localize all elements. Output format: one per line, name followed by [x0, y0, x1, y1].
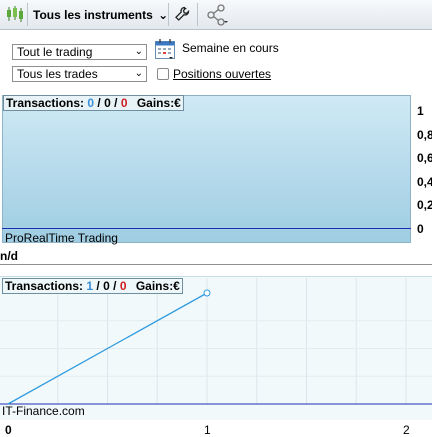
chevron-down-icon: ⌄: [158, 8, 169, 22]
y-tick-label: 0,2: [417, 198, 432, 213]
toolbar: Tous les instruments ⌄: [0, 0, 432, 30]
toolbar-separator: [27, 3, 28, 26]
winning-count: 0: [87, 96, 95, 110]
calendar-icon[interactable]: [154, 38, 176, 63]
below-label-box: [0, 249, 147, 265]
open-positions-checkbox[interactable]: [157, 68, 169, 80]
chart1-legend: Transactions: 0 / 0 / 0 Gains:€: [3, 95, 184, 111]
separator: /: [97, 96, 101, 110]
trade-type-value: Tout le trading: [17, 45, 93, 59]
separator: /: [113, 279, 117, 293]
na-label: n/d: [0, 249, 18, 263]
chart2-legend: Transactions: 1 / 0 / 0 Gains:€: [2, 278, 183, 294]
trade-filter-select[interactable]: Tous les trades ⌄: [12, 66, 147, 82]
open-positions-label[interactable]: Positions ouvertes: [173, 67, 271, 81]
instrument-selector-label: Tous les instruments: [33, 8, 153, 22]
x-tick-label: 0: [5, 423, 12, 436]
instrument-selector[interactable]: Tous les instruments ⌄: [33, 8, 168, 22]
x-tick-label: 1: [204, 423, 211, 436]
separator: /: [96, 279, 100, 293]
wrench-icon[interactable]: [174, 6, 190, 25]
share-icon[interactable]: [206, 4, 228, 29]
neutral-count: 0: [104, 96, 111, 110]
y-tick-label: 0: [417, 222, 424, 236]
transactions-label: Transactions:: [5, 279, 84, 293]
y-tick-label: 1: [417, 104, 424, 118]
zero-line: [2, 228, 411, 229]
equity-chart-panel: [2, 95, 411, 243]
y-tick-label: 0,6: [417, 151, 432, 166]
chart2-source-label: IT-Finance.com: [2, 404, 85, 418]
trade-filter-value: Tous les trades: [17, 67, 98, 81]
period-label: Semaine en cours: [182, 41, 279, 55]
data-point: [203, 289, 211, 297]
losing-count: 0: [119, 279, 127, 293]
transactions-label: Transactions:: [6, 96, 85, 110]
y-tick-label: 0,4: [417, 174, 432, 189]
gains-label: Gains:€: [135, 279, 180, 293]
toolbar-separator: [197, 3, 198, 26]
candlestick-icon[interactable]: [5, 5, 25, 26]
x-tick-label: 2: [403, 423, 410, 436]
chevron-down-icon: ⌄: [134, 46, 143, 57]
separator: /: [114, 96, 118, 110]
neutral-count: 0: [103, 279, 110, 293]
y-tick-label: 0,8: [417, 127, 432, 142]
toolbar-separator: [168, 3, 169, 26]
winning-count: 1: [86, 279, 94, 293]
divider: [0, 264, 432, 265]
losing-count: 0: [120, 96, 128, 110]
trade-type-select[interactable]: Tout le trading ⌄: [12, 44, 147, 60]
gains-label: Gains:€: [136, 96, 181, 110]
chart1-source-label: ProRealTime Trading: [5, 231, 118, 245]
chevron-down-icon: ⌄: [134, 68, 143, 79]
